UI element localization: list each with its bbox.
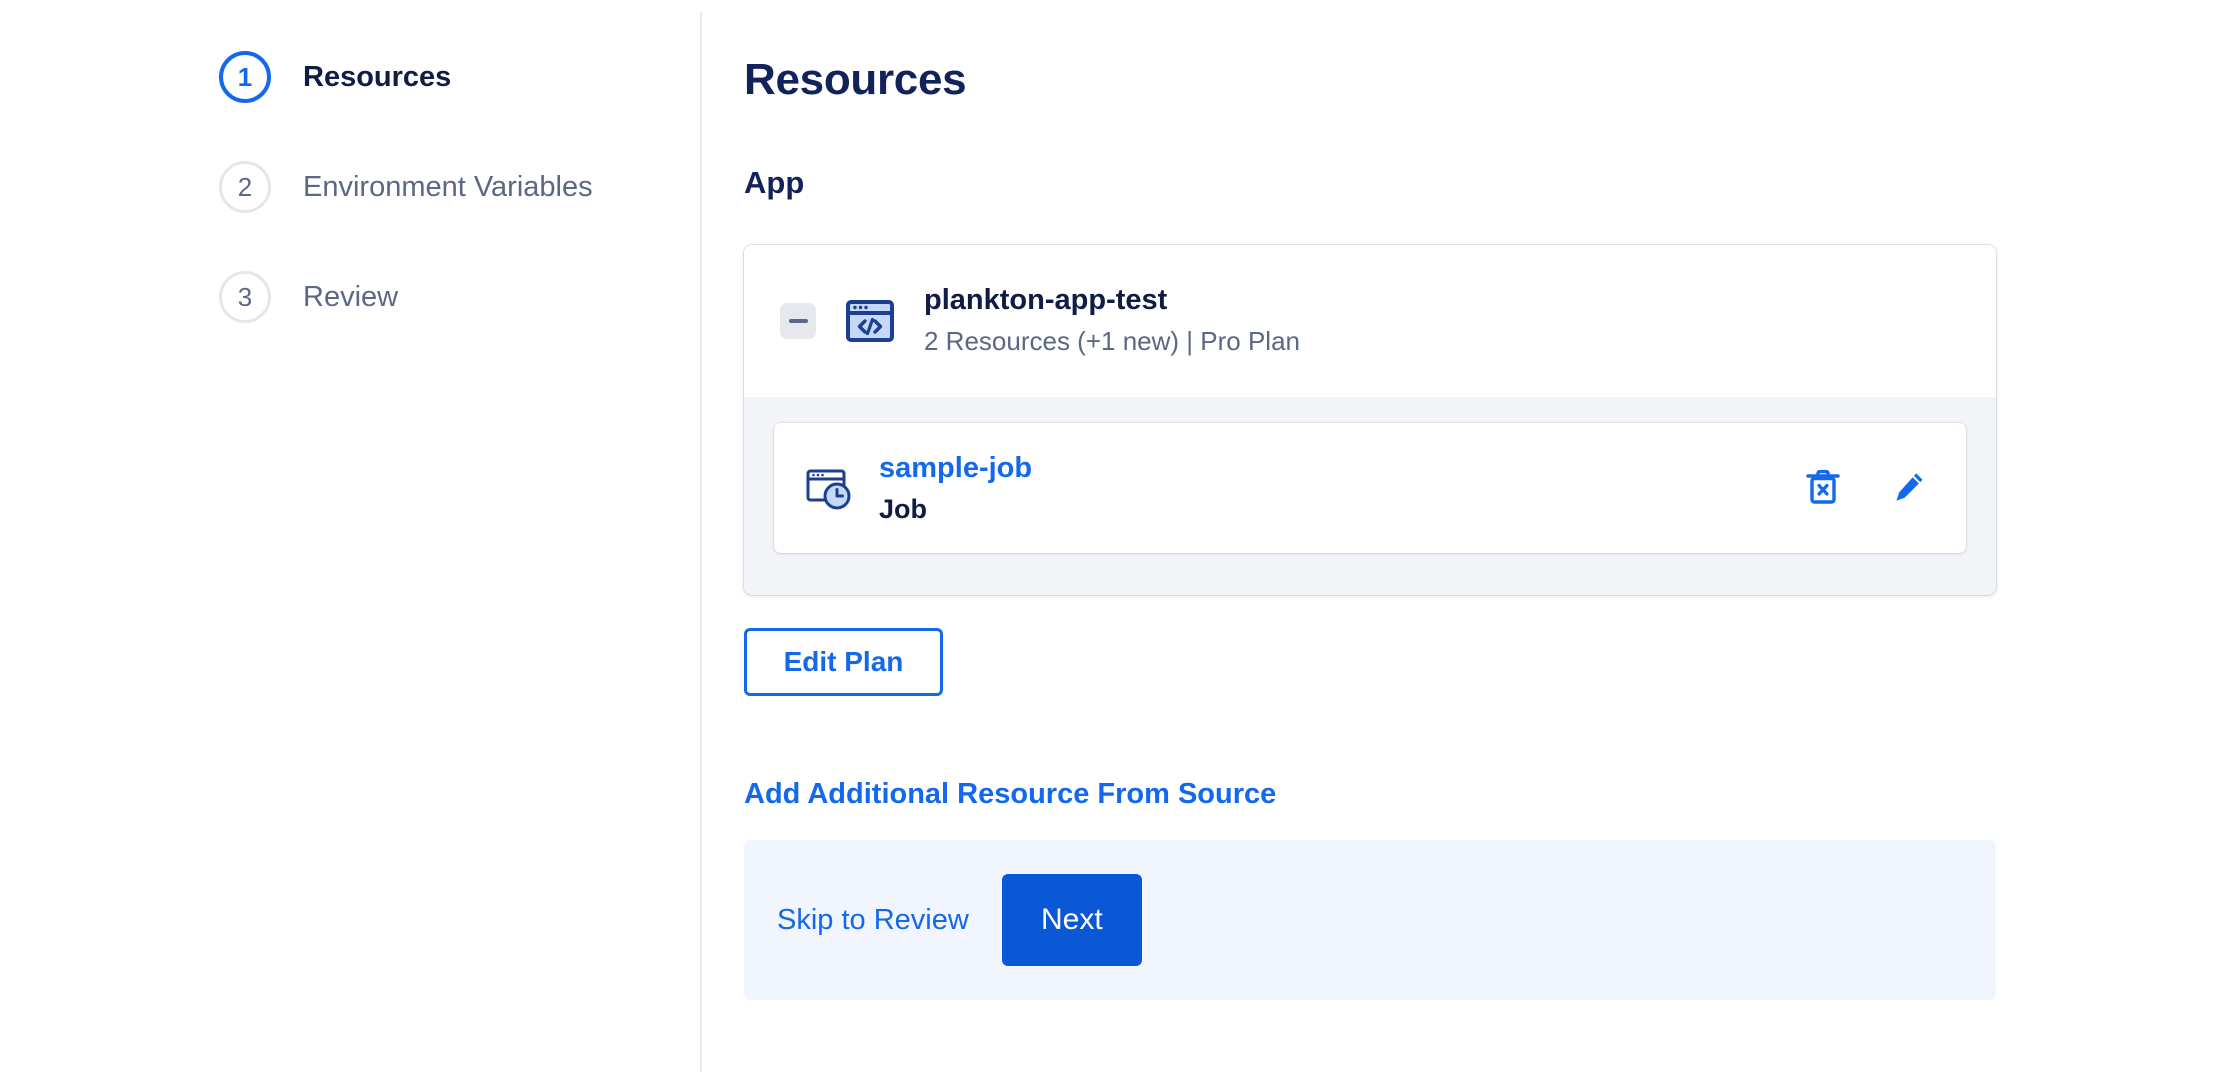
step-number-3: 3 (237, 281, 253, 312)
resource-row[interactable]: sample-job Job (774, 423, 1966, 553)
stepper-label-review: Review (303, 280, 399, 313)
minus-icon[interactable] (780, 303, 816, 339)
step-number-circle-3: 3 (219, 271, 271, 323)
app-card-header: plankton-app-test 2 Resources (+1 new) |… (744, 245, 1996, 397)
minus-icon-bar (788, 319, 808, 323)
resource-type: Job (879, 493, 928, 524)
stepper-label-resources: Resources (303, 60, 452, 93)
stepper-item-review[interactable]: 3 Review (0, 242, 700, 352)
skip-to-review-link[interactable]: Skip to Review (777, 904, 969, 937)
app-subtitle: 2 Resources (+1 new) | Pro Plan (924, 326, 1300, 357)
step-number-circle-1: 1 (219, 51, 271, 103)
resource-name-link[interactable]: sample-job (879, 449, 1802, 488)
step-number-2: 2 (237, 171, 253, 202)
resource-actions (1802, 467, 1930, 509)
job-clock-window-icon (804, 462, 856, 514)
pencil-icon (1892, 470, 1926, 507)
trash-x-icon (1806, 469, 1840, 508)
step-number-1: 1 (237, 61, 253, 92)
edit-resource-button[interactable] (1888, 467, 1930, 509)
stepper-item-resources[interactable]: 1 Resources (0, 22, 700, 132)
resources-wizard-page: 1 Resources 2 Environment Variables 3 Re… (0, 0, 2228, 1082)
add-additional-resource-link[interactable]: Add Additional Resource From Source (744, 778, 1276, 811)
app-card-body: sample-job Job (744, 397, 1996, 595)
app-name: plankton-app-test (924, 283, 1168, 316)
delete-resource-button[interactable] (1802, 467, 1844, 509)
stepper-label-environment-variables: Environment Variables (303, 170, 593, 203)
resource-meta: sample-job Job (879, 449, 1802, 528)
app-meta: plankton-app-test 2 Resources (+1 new) |… (924, 281, 1300, 362)
code-window-icon (842, 293, 898, 349)
page-title: Resources (744, 55, 967, 104)
next-button[interactable]: Next (1001, 874, 1142, 966)
step-number-circle-2: 2 (219, 161, 271, 213)
edit-plan-button[interactable]: Edit Plan (744, 628, 943, 696)
wizard-action-bar: Skip to Review Next (744, 840, 1996, 1000)
app-card: plankton-app-test 2 Resources (+1 new) |… (744, 245, 1996, 595)
section-title-app: App (744, 165, 805, 200)
main-content: Resources App plankton-app-test 2 Resour… (700, 0, 2228, 1082)
wizard-stepper: 1 Resources 2 Environment Variables 3 Re… (0, 0, 700, 1082)
stepper-item-environment-variables[interactable]: 2 Environment Variables (0, 132, 700, 242)
